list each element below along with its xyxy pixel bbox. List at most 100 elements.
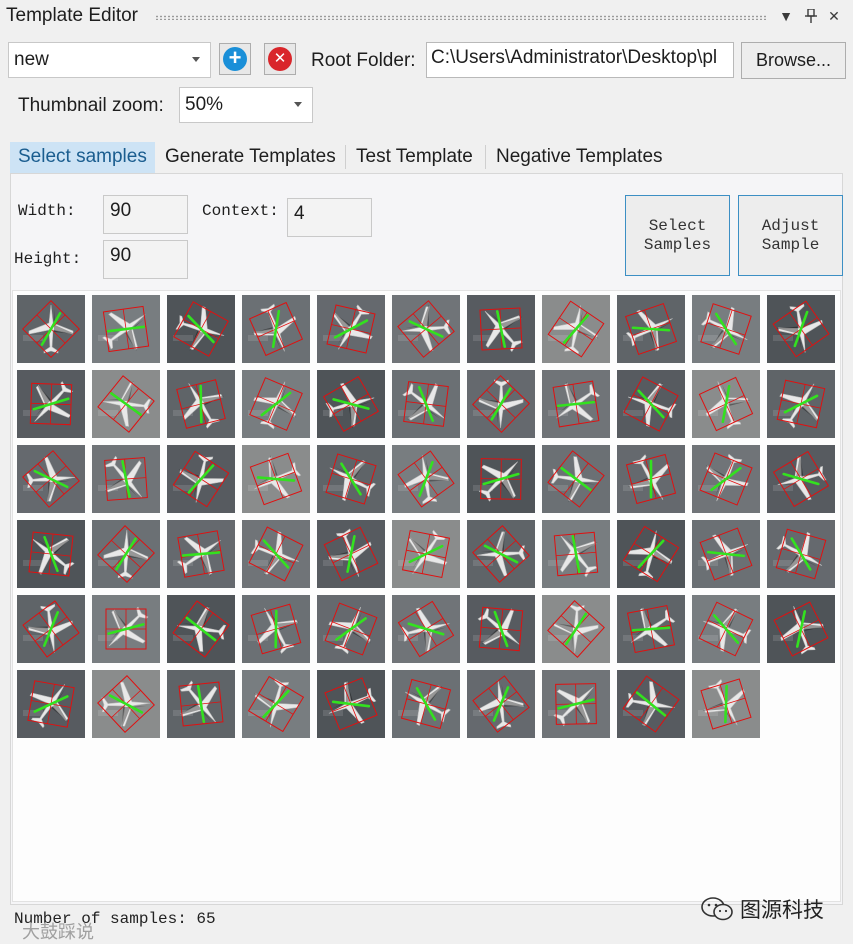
sample-thumbnail[interactable] [392,370,460,438]
sample-thumbnail[interactable] [392,595,460,663]
watermark-secondary: 大鼓踩说 [22,922,94,942]
sample-thumbnail[interactable] [617,445,685,513]
template-select-value: new [14,49,49,70]
sample-thumbnail[interactable] [392,520,460,588]
sample-thumbnail[interactable] [692,295,760,363]
plus-icon: + [223,47,247,71]
pin-icon[interactable] [801,6,821,26]
sample-thumbnail[interactable] [617,670,685,738]
remove-icon: ✕ [268,47,292,71]
height-label: Height: [14,250,82,268]
sample-thumbnail[interactable] [317,595,385,663]
watermark-text: 图源科技 [740,899,824,922]
sample-thumbnail[interactable] [317,520,385,588]
sample-thumbnail[interactable] [242,370,310,438]
sample-thumbnail[interactable] [242,670,310,738]
sample-thumbnail[interactable] [92,445,160,513]
sample-thumbnail[interactable] [692,520,760,588]
sample-thumbnail[interactable] [542,370,610,438]
sample-thumbnail[interactable] [392,295,460,363]
tab-select-samples[interactable]: Select samples [10,142,155,173]
sample-thumbnail[interactable] [467,370,535,438]
tab-separator [345,145,346,169]
tab-generate-templates[interactable]: Generate Templates [157,142,344,173]
tab-separator [485,145,486,169]
sample-thumbnail[interactable] [692,445,760,513]
width-input[interactable]: 90 [103,195,188,234]
close-icon[interactable]: ✕ [824,6,844,26]
sample-thumbnail[interactable] [317,295,385,363]
sample-thumbnail[interactable] [542,295,610,363]
sample-thumbnail[interactable] [617,520,685,588]
sample-thumbnail[interactable] [167,370,235,438]
root-folder-input[interactable]: C:\Users\Administrator\Desktop\pl [426,42,734,78]
sample-thumbnail[interactable] [692,670,760,738]
sample-thumbnail[interactable] [542,595,610,663]
sample-thumbnail[interactable] [467,295,535,363]
sample-thumbnail[interactable] [167,595,235,663]
sample-thumbnail[interactable] [542,445,610,513]
sample-thumbnail[interactable] [542,670,610,738]
sample-thumbnail[interactable] [392,670,460,738]
sample-thumbnail[interactable] [242,520,310,588]
tab-test-template[interactable]: Test Template [348,142,481,173]
sample-thumbnail[interactable] [317,670,385,738]
sample-thumbnail[interactable] [242,295,310,363]
watermark: 图源科技 [700,894,824,924]
sample-thumbnail[interactable] [767,370,835,438]
sample-thumbnail[interactable] [692,370,760,438]
add-template-button[interactable]: + [219,43,251,75]
sample-thumbnail[interactable] [92,520,160,588]
sample-thumbnail[interactable] [92,595,160,663]
sample-thumbnail[interactable] [17,595,85,663]
sample-thumbnail[interactable] [467,445,535,513]
sample-thumbnail[interactable] [242,445,310,513]
root-folder-label: Root Folder: [311,50,416,71]
sample-thumbnail[interactable] [17,670,85,738]
sample-thumbnail[interactable] [542,520,610,588]
sample-thumbnail[interactable] [167,670,235,738]
sample-thumbnail[interactable] [167,520,235,588]
sample-thumbnail[interactable] [767,595,835,663]
select-samples-button[interactable]: Select Samples [625,195,730,276]
adjust-sample-button[interactable]: Adjust Sample [738,195,843,276]
sample-thumbnail[interactable] [17,295,85,363]
sample-thumbnail[interactable] [617,370,685,438]
chevron-down-icon [192,57,200,62]
title-bar: Template Editor ▼ ✕ [0,0,853,34]
sample-thumbnail[interactable] [767,445,835,513]
browse-button[interactable]: Browse... [741,42,846,79]
template-select[interactable]: new [8,42,211,78]
sample-thumbnail[interactable] [392,445,460,513]
sample-thumbnail[interactable] [242,595,310,663]
thumbnail-zoom-select[interactable]: 50% [179,87,313,123]
sample-thumbnail[interactable] [617,595,685,663]
thumbnail-zoom-label: Thumbnail zoom: [18,95,164,116]
context-input[interactable]: 4 [287,198,372,237]
sample-thumbnail[interactable] [92,370,160,438]
height-input[interactable]: 90 [103,240,188,279]
sample-thumbnail[interactable] [467,520,535,588]
title-grip[interactable] [155,15,767,20]
tab-negative-templates[interactable]: Negative Templates [488,142,671,173]
sample-thumbnail[interactable] [17,370,85,438]
sample-thumbnail[interactable] [617,295,685,363]
sample-thumbnail[interactable] [92,670,160,738]
remove-template-button[interactable]: ✕ [264,43,296,75]
sample-thumbnail[interactable] [317,445,385,513]
sample-thumbnail[interactable] [167,295,235,363]
sample-thumbnail[interactable] [317,370,385,438]
sample-thumbnail[interactable] [467,595,535,663]
sample-thumbnail[interactable] [692,595,760,663]
window-title: Template Editor [6,5,139,26]
dropdown-icon[interactable]: ▼ [776,6,796,26]
sample-thumbnail[interactable] [17,520,85,588]
sample-thumbnail[interactable] [767,295,835,363]
sample-thumbnail[interactable] [167,445,235,513]
sample-thumbnail[interactable] [17,445,85,513]
sample-thumbnail[interactable] [92,295,160,363]
sample-thumbnail[interactable] [467,670,535,738]
sample-thumbnail[interactable] [767,520,835,588]
thumbnail-zoom-value: 50% [185,94,224,115]
width-label: Width: [18,202,76,220]
